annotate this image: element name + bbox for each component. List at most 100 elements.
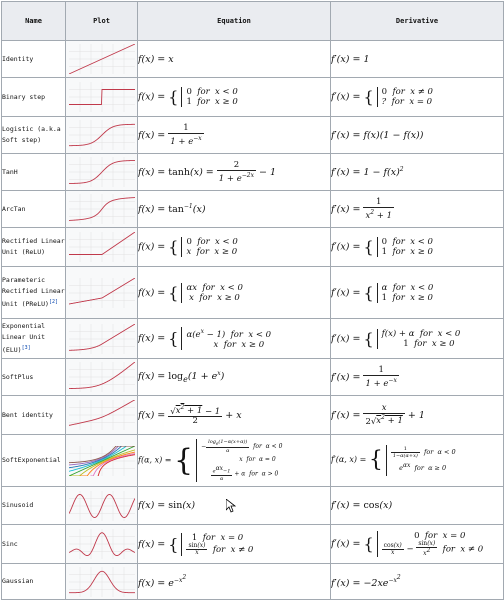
plot-cell bbox=[65, 77, 138, 117]
plot-cell bbox=[65, 116, 138, 154]
function-name: Sinusoid bbox=[1, 486, 66, 525]
logistic-plot bbox=[68, 120, 135, 150]
bent-identity-plot bbox=[68, 400, 135, 430]
derivative: f′(x) = 11 + e−x bbox=[330, 358, 504, 396]
derivative: f′(x) = 1 − f(x)2 bbox=[330, 153, 504, 191]
function-link[interactable]: TanH bbox=[2, 168, 18, 176]
function-name: TanH bbox=[1, 153, 66, 191]
equation: f(α, x) = {− loge(1−α(x+α)) α for α < 0 x … bbox=[137, 434, 331, 487]
function-link[interactable]: Bent identity bbox=[2, 411, 53, 419]
plot-cell bbox=[65, 318, 138, 359]
derivative: f′(x) = cos(x) bbox=[330, 486, 504, 525]
plot-cell bbox=[65, 266, 138, 319]
relu-plot bbox=[68, 232, 135, 262]
function-name: Rectified Linear Unit (ReLU) bbox=[1, 227, 66, 267]
binary-step-plot bbox=[68, 82, 135, 112]
table-row: SoftPlus f(x) = loge(1 + ex) f′(x) = 11 … bbox=[1, 358, 504, 396]
table-row: Parameteric Rectified Linear Unit (PReLU… bbox=[1, 266, 504, 319]
derivative: f′(x) = x 2√x2 + 1 + 1 bbox=[330, 395, 504, 435]
function-name: Sinc bbox=[1, 524, 66, 564]
equation: f(x) = {0 for x < 0x for x ≥ 0 bbox=[137, 227, 331, 267]
equation: f(x) = {α(ex − 1) for x < 0 x for x ≥ 0 bbox=[137, 318, 331, 359]
equation: f(x) = tanh(x) = 21 + e−2x − 1 bbox=[137, 153, 331, 191]
function-name: SoftExponential bbox=[1, 434, 66, 487]
table-row: Exponential Linear Unit (ELU)[3] f(x) = … bbox=[1, 318, 504, 359]
column-header-equation[interactable]: Equation bbox=[137, 1, 331, 41]
equation: f(x) = x bbox=[137, 40, 331, 78]
derivative: f′(x) = {0 for x < 01 for x ≥ 0 bbox=[330, 227, 504, 267]
function-link[interactable]: Identity bbox=[2, 55, 33, 63]
reference-link[interactable]: [2] bbox=[49, 299, 58, 305]
derivative: f′(x) = {α for x < 01 for x ≥ 0 bbox=[330, 266, 504, 319]
derivative: f′(x) = 1 x2 + 1 bbox=[330, 190, 504, 228]
table-row: Gaussian f(x) = e−x2 f′(x) = −2xe−x2 bbox=[1, 563, 504, 600]
plot-cell bbox=[65, 434, 138, 487]
tanh-plot bbox=[68, 157, 135, 187]
derivative: f′(x) = {f(x) + α for x < 0 1 for x ≥ 0 bbox=[330, 318, 504, 359]
equation: f(x) = {0 for x < 01 for x ≥ 0 bbox=[137, 77, 331, 117]
derivative: f′(x) = −2xe−x2 bbox=[330, 563, 504, 600]
function-link[interactable]: Binary step bbox=[2, 93, 45, 101]
equation: f(x) = {αx for x < 0 x for x ≥ 0 bbox=[137, 266, 331, 319]
function-name: Identity bbox=[1, 40, 66, 78]
function-name: Parameteric Rectified Linear Unit (PReLU… bbox=[1, 266, 66, 319]
identity-plot bbox=[68, 44, 135, 74]
function-link[interactable]: Rectified Linear Unit (ReLU) bbox=[2, 237, 65, 256]
function-link[interactable]: Logistic (a.k.a Soft step) bbox=[2, 125, 61, 144]
function-name: Exponential Linear Unit (ELU)[3] bbox=[1, 318, 66, 359]
function-name: Binary step bbox=[1, 77, 66, 117]
function-name: ArcTan bbox=[1, 190, 66, 228]
softexponential-plot bbox=[68, 445, 135, 476]
plot-cell bbox=[65, 190, 138, 228]
table-row: Sinc f(x) = { 1 for x = 0 sin(x) x for x ≠… bbox=[1, 524, 504, 564]
function-link[interactable]: ArcTan bbox=[2, 205, 25, 213]
table-row: Identity f(x) = x f′(x) = 1 bbox=[1, 40, 504, 78]
function-name: Logistic (a.k.a Soft step) bbox=[1, 116, 66, 154]
derivative: f′(x) = 1 bbox=[330, 40, 504, 78]
plot-cell bbox=[65, 395, 138, 435]
plot-cell bbox=[65, 358, 138, 396]
sinc-plot bbox=[68, 529, 135, 559]
function-link[interactable]: Sinc bbox=[2, 540, 18, 548]
sinusoid-plot bbox=[68, 490, 135, 521]
column-header-plot[interactable]: Plot bbox=[65, 1, 138, 41]
table-row: TanH f(x) = tanh(x) = 21 + e−2x − 1 f′(x… bbox=[1, 153, 504, 191]
equation: f(x) = 11 + e−x bbox=[137, 116, 331, 154]
derivative: f′(x) = f(x)(1 − f(x)) bbox=[330, 116, 504, 154]
equation: f(x) = loge(1 + ex) bbox=[137, 358, 331, 396]
equation: f(x) = tan−1(x) bbox=[137, 190, 331, 228]
reference-link[interactable]: [3] bbox=[22, 345, 31, 351]
plot-cell bbox=[65, 486, 138, 525]
plot-cell bbox=[65, 227, 138, 267]
prelu-plot bbox=[68, 277, 135, 308]
plot-cell bbox=[65, 524, 138, 564]
plot-cell bbox=[65, 153, 138, 191]
column-header-name[interactable]: Name bbox=[1, 1, 66, 41]
table-row: Rectified Linear Unit (ReLU) f(x) = {0 f… bbox=[1, 227, 504, 267]
function-link[interactable]: SoftExponential bbox=[2, 456, 61, 464]
elu-plot bbox=[68, 323, 135, 354]
arctan-plot bbox=[68, 194, 135, 224]
plot-cell bbox=[65, 563, 138, 600]
table-row: Binary step f(x) = {0 for x < 01 for x ≥… bbox=[1, 77, 504, 117]
header-row: Name Plot Equation Derivative bbox=[1, 1, 504, 41]
function-link[interactable]: SoftPlus bbox=[2, 373, 33, 381]
table-row: Bent identity f(x) = √x2 + 1 − 12 + x f′… bbox=[1, 395, 504, 435]
table-row: Logistic (a.k.a Soft step) f(x) = 11 + e… bbox=[1, 116, 504, 154]
function-link[interactable]: Sinusoid bbox=[2, 501, 33, 509]
equation: f(x) = e−x2 bbox=[137, 563, 331, 600]
softplus-plot bbox=[68, 362, 135, 392]
function-name: Bent identity bbox=[1, 395, 66, 435]
table-row: ArcTan f(x) = tan−1(x) f′(x) = 1 x2 + 1 bbox=[1, 190, 504, 228]
table-row: SoftExponential f(α, x) = {− loge(1−α(x+α… bbox=[1, 434, 504, 487]
plot-cell bbox=[65, 40, 138, 78]
column-header-derivative[interactable]: Derivative bbox=[330, 1, 504, 41]
derivative: f′(x) = {0 for x ≠ 0? for x = 0 bbox=[330, 77, 504, 117]
derivative: f′(α, x) = {1 1−α(α+x) for α < 0 eαx for … bbox=[330, 434, 504, 487]
derivative: f′(x) = { 0 for x = 0 cos(x) x − sin(x) x2 … bbox=[330, 524, 504, 564]
table-row: Sinusoid f(x) = sin(x) f′(x) = cos(x) bbox=[1, 486, 504, 525]
equation: f(x) = √x2 + 1 − 12 + x bbox=[137, 395, 331, 435]
gaussian-plot bbox=[68, 566, 135, 597]
function-name: Gaussian bbox=[1, 563, 66, 600]
function-name: SoftPlus bbox=[1, 358, 66, 396]
